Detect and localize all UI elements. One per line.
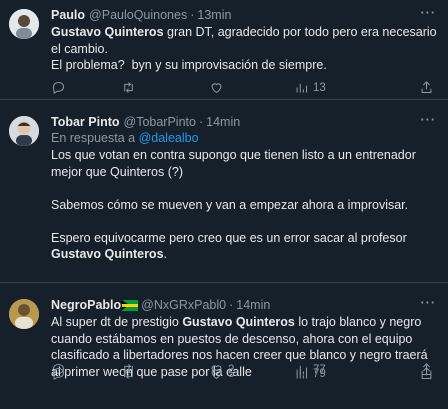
reply-to-mention[interactable]: @dalealbo — [139, 131, 199, 145]
heart-icon — [211, 83, 222, 94]
view-count: 79 — [313, 367, 326, 380]
user-handle[interactable]: @TobarPinto — [124, 115, 196, 130]
heart-icon — [211, 369, 222, 380]
avatar-image — [9, 116, 39, 146]
timestamp[interactable]: 13min — [197, 8, 231, 23]
separator-dot: · — [229, 297, 234, 312]
separator-dot: · — [190, 7, 195, 22]
display-name[interactable]: Tobar Pinto — [51, 115, 120, 130]
timeline: Paulo @PauloQuinones · 13min ··· Gustavo… — [0, 0, 448, 409]
jamaica-flag-icon — [122, 299, 139, 311]
avatar-image — [9, 9, 39, 39]
user-handle[interactable]: @PauloQuinones — [89, 8, 187, 23]
separator-dot: · — [198, 114, 204, 129]
avatar[interactable] — [9, 299, 39, 329]
avatar[interactable] — [9, 9, 39, 39]
views-icon — [296, 369, 307, 379]
share-button[interactable] — [419, 366, 434, 381]
avatar[interactable] — [9, 116, 39, 146]
action-bar: 13 — [51, 80, 438, 95]
like-button[interactable]: 5 — [209, 366, 294, 381]
tweet-header: Tobar Pinto @TobarPinto · 14min — [51, 114, 438, 130]
views-button[interactable]: 13 — [294, 80, 386, 95]
tweet-text: Los que votan en contra supongo que tien… — [51, 148, 416, 261]
like-button[interactable] — [209, 80, 294, 95]
reply-button[interactable] — [51, 80, 121, 95]
share-icon — [421, 367, 432, 379]
share-button[interactable] — [419, 80, 434, 95]
tweet[interactable]: Tobar Pinto @TobarPinto · 14min ··· En r… — [0, 100, 448, 377]
reply-context-label: En respuesta a — [51, 131, 136, 145]
more-options-icon[interactable]: ··· — [421, 113, 437, 127]
views-icon — [296, 83, 307, 93]
retweet-button[interactable] — [121, 366, 209, 381]
tweet-text: Gustavo Quinteros gran DT, agradecido po… — [51, 25, 437, 72]
more-options-icon[interactable]: ··· — [421, 6, 437, 20]
user-handle[interactable]: @NxGRxPabl0 — [141, 298, 226, 313]
display-name[interactable]: Paulo — [51, 8, 85, 23]
action-bar: 5 79 — [51, 366, 438, 381]
avatar-image — [9, 299, 39, 329]
view-count: 13 — [313, 81, 326, 94]
more-options-icon[interactable]: ··· — [421, 296, 437, 310]
tweet[interactable]: NegroPablo @NxGRxPabl0 · 14min ··· Al su… — [0, 283, 448, 409]
timestamp[interactable]: 14min — [206, 115, 240, 130]
views-button[interactable]: 79 — [294, 366, 386, 381]
reply-icon — [52, 367, 65, 381]
reply-context: En respuesta a @dalealbo — [51, 130, 438, 146]
like-count: 5 — [228, 367, 235, 380]
reply-button[interactable] — [51, 366, 121, 381]
tweet-header: NegroPablo @NxGRxPabl0 · 14min — [51, 297, 438, 313]
retweet-icon — [124, 82, 133, 93]
display-name[interactable]: NegroPablo — [51, 298, 121, 313]
reply-icon — [52, 81, 65, 95]
retweet-icon — [124, 368, 133, 379]
retweet-button[interactable] — [121, 80, 209, 95]
tweet[interactable]: Paulo @PauloQuinones · 13min ··· Gustavo… — [0, 0, 448, 100]
tweet-header: Paulo @PauloQuinones · 13min — [51, 7, 438, 23]
timestamp[interactable]: 14min — [236, 298, 270, 313]
share-icon — [421, 81, 432, 93]
